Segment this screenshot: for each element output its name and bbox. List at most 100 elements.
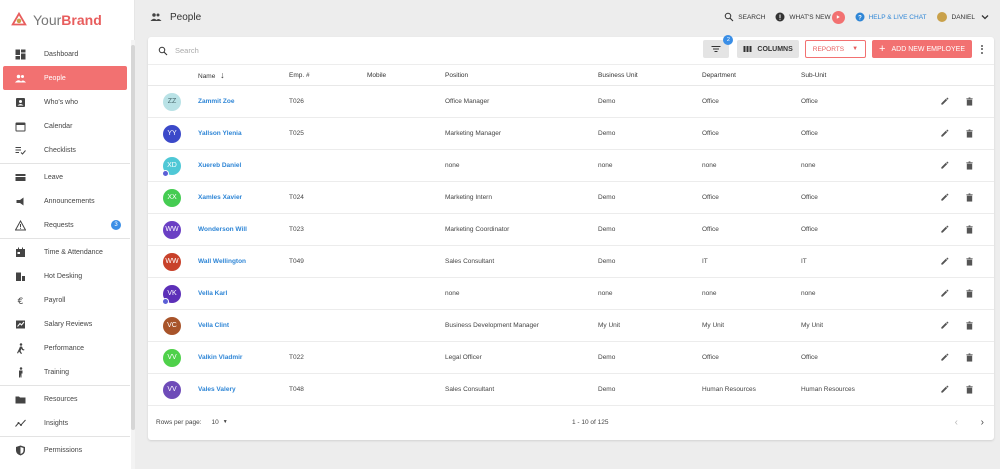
edit-icon[interactable] — [940, 385, 949, 394]
reports-button[interactable]: REPORTS ▼ — [804, 40, 867, 58]
avatar-initials: VC — [167, 322, 177, 329]
more-vert-icon[interactable] — [978, 44, 986, 54]
caret-down-icon[interactable]: ▼ — [223, 419, 228, 425]
column-header-business-unit[interactable]: Business Unit — [598, 64, 702, 86]
page-title: People — [150, 12, 201, 23]
sidebar-item-checklists[interactable]: Checklists — [3, 138, 127, 162]
add-new-employee-button[interactable]: + ADD NEW EMPLOYEE — [872, 40, 972, 58]
delete-icon[interactable] — [965, 193, 974, 202]
table-row[interactable]: VK Vella Karl none none none none — [148, 277, 994, 310]
sidebar-item-performance[interactable]: Performance — [3, 336, 127, 360]
employee-name-link[interactable]: Wall Wellington — [198, 245, 289, 278]
table-row[interactable]: WW Wonderson Will T023 Marketing Coordinato… — [148, 213, 994, 246]
delete-icon[interactable] — [965, 321, 974, 330]
edit-icon[interactable] — [940, 353, 949, 362]
employee-name-link[interactable]: Xamles Xavier — [198, 181, 289, 214]
column-header-sub-unit[interactable]: Sub-Unit — [801, 64, 904, 86]
employee-name-link[interactable]: Valkin Vladmir — [198, 341, 289, 374]
columns-button[interactable]: COLUMNS — [737, 40, 799, 58]
sidebar-item-announcements[interactable]: Announcements — [3, 189, 127, 213]
filter-button[interactable]: 2 — [703, 35, 734, 58]
delete-icon[interactable] — [965, 353, 974, 362]
play-icon[interactable] — [831, 10, 845, 24]
table-row[interactable]: VV Vales Valery T048 Sales Consultant Demo Hu… — [148, 373, 994, 406]
sidebar-divider — [0, 163, 130, 164]
edit-icon[interactable] — [940, 161, 949, 170]
edit-icon[interactable] — [940, 321, 949, 330]
employee-name-link[interactable]: Yallson Ylenia — [198, 117, 289, 150]
sidebar-item-calendar[interactable]: Calendar — [3, 114, 127, 138]
training-icon — [14, 366, 26, 378]
edit-icon[interactable] — [940, 289, 949, 298]
employee-name-link[interactable]: Vella Clint — [198, 309, 289, 342]
sidebar-item-people[interactable]: People — [3, 66, 127, 90]
avatar: YY — [163, 124, 181, 143]
employee-name-link[interactable]: Xuereb Daniel — [198, 149, 289, 182]
user-menu[interactable]: DANIEL — [936, 12, 990, 22]
brand-logo[interactable]: YourBrand — [0, 0, 134, 40]
sidebar-item-resources[interactable]: Resources — [3, 387, 127, 411]
employee-name-link[interactable]: Zammit Zoe — [198, 85, 289, 118]
table-row[interactable]: XX Xamles Xavier T024 Marketing Intern Demo O… — [148, 181, 994, 214]
sidebar-item-requests[interactable]: Requests 3 — [3, 213, 127, 237]
whats-new-button[interactable]: WHAT'S NEW — [775, 10, 845, 24]
table-row[interactable]: XD Xuereb Daniel none none none none — [148, 149, 994, 182]
edit-icon[interactable] — [940, 193, 949, 202]
sidebar-item-label: Permissions — [44, 446, 83, 454]
table-row[interactable]: WW Wall Wellington T049 Sales Consultant Dem… — [148, 245, 994, 278]
employee-name-link[interactable]: Vales Valery — [198, 373, 289, 406]
sidebar-item-payroll[interactable]: € Payroll — [3, 288, 127, 312]
employee-name-link[interactable]: Vella Karl — [198, 277, 289, 310]
delete-icon[interactable] — [965, 129, 974, 138]
edit-icon[interactable] — [940, 97, 949, 106]
delete-icon[interactable] — [965, 225, 974, 234]
rows-per-page-label: Rows per page: — [156, 418, 202, 426]
chevron-left-icon[interactable]: ‹ — [955, 417, 958, 428]
employee-sub-unit: Office — [801, 117, 904, 150]
employee-name-link[interactable]: Wonderson Will — [198, 213, 289, 246]
sidebar-item-permissions[interactable]: Permissions — [3, 438, 127, 462]
search-button[interactable]: SEARCH — [724, 12, 765, 22]
sidebar-item-leave[interactable]: Leave — [3, 165, 127, 189]
sidebar-item-label: Performance — [44, 344, 85, 352]
requests-count-badge: 3 — [111, 220, 121, 230]
sidebar-item-salary-reviews[interactable]: Salary Reviews — [3, 312, 127, 336]
time-icon — [14, 246, 26, 258]
table-row[interactable]: ZZ Zammit Zoe T026 Office Manager Demo Office… — [148, 85, 994, 118]
table-row[interactable]: VV Valkin Vladmir T022 Legal Officer Demo Off… — [148, 341, 994, 374]
delete-icon[interactable] — [965, 289, 974, 298]
sidebar-item-time-attendance[interactable]: Time & Attendance — [3, 240, 127, 264]
delete-icon[interactable] — [965, 257, 974, 266]
avatar: XD — [162, 156, 181, 177]
column-header-department[interactable]: Department — [702, 64, 801, 86]
brand-logo-icon — [11, 11, 27, 26]
sidebar-item-label: Announcements — [44, 197, 95, 205]
reports-label: REPORTS — [812, 45, 845, 53]
delete-icon[interactable] — [965, 385, 974, 394]
delete-icon[interactable] — [965, 161, 974, 170]
edit-icon[interactable] — [940, 129, 949, 138]
sidebar-item-training[interactable]: Training — [3, 360, 127, 384]
sidebar-item-hot-desking[interactable]: Hot Desking — [3, 264, 127, 288]
sidebar-item-label: Hot Desking — [44, 272, 83, 280]
table-search[interactable]: Search — [158, 46, 199, 56]
table-row[interactable]: VC Vella Clint Business Development Manage… — [148, 309, 994, 342]
edit-icon[interactable] — [940, 257, 949, 266]
sidebar-item-who-s-who[interactable]: Who's who — [3, 90, 127, 114]
search-input[interactable]: Search — [175, 46, 199, 55]
sidebar-item-dashboard[interactable]: Dashboard — [3, 42, 127, 66]
column-header-position[interactable]: Position — [445, 64, 598, 86]
column-header-name[interactable]: Name ↓ — [198, 64, 289, 86]
sidebar-item-insights[interactable]: Insights — [3, 411, 127, 435]
avatar-initials: ZZ — [167, 98, 177, 105]
svg-text:€: € — [17, 297, 23, 306]
edit-icon[interactable] — [940, 225, 949, 234]
rows-per-page-select[interactable]: 10 — [212, 419, 219, 426]
help-live-chat-button[interactable]: ? HELP & LIVE CHAT — [855, 12, 927, 22]
column-header-mobile[interactable]: Mobile — [367, 64, 445, 86]
delete-icon[interactable] — [965, 97, 974, 106]
column-header-emp[interactable]: Emp. # — [289, 64, 367, 86]
chevron-right-icon[interactable]: › — [981, 417, 984, 428]
sidebar-scrollbar-thumb[interactable] — [131, 45, 135, 430]
table-row[interactable]: YY Yallson Ylenia T025 Marketing Manager Dem… — [148, 117, 994, 150]
